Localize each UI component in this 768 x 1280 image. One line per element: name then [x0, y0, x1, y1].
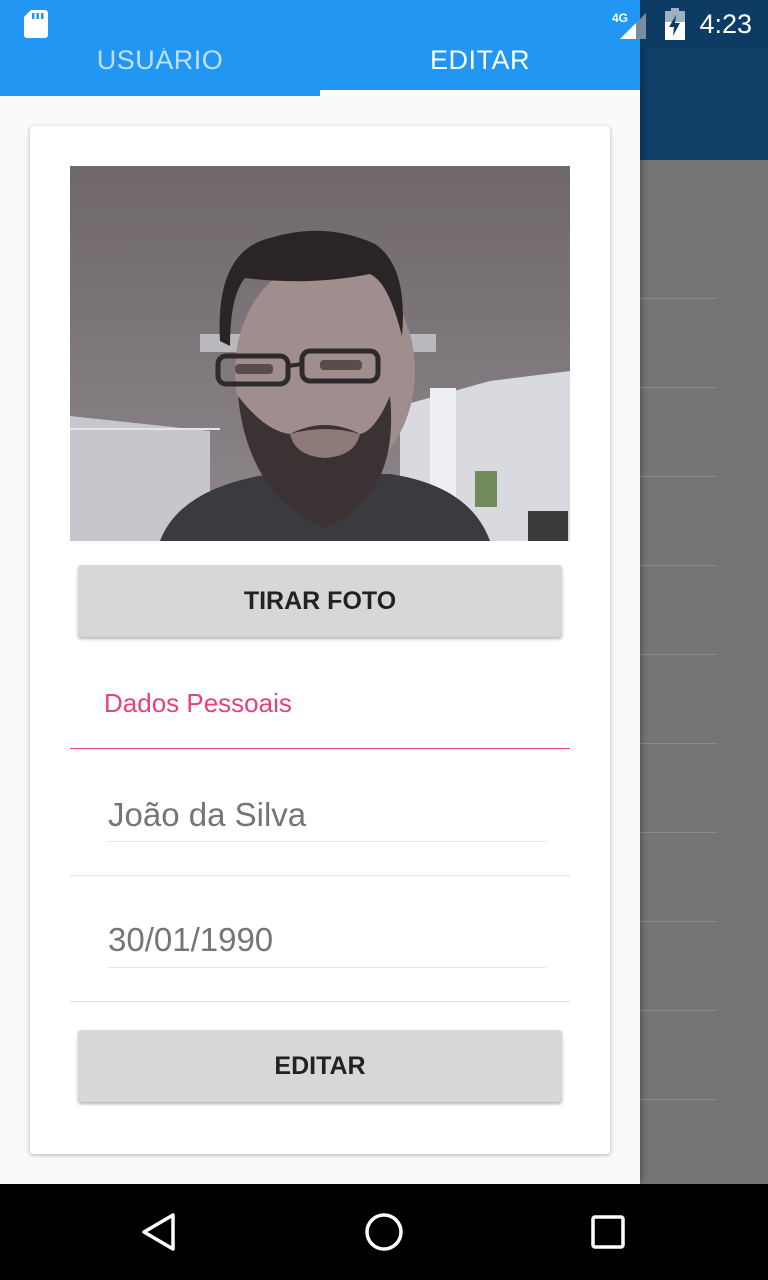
name-input-underline: [108, 841, 546, 842]
background-list-divider: [640, 921, 717, 922]
edit-submit-button[interactable]: EDITAR: [78, 1030, 562, 1102]
home-button[interactable]: [356, 1204, 412, 1260]
back-triangle-icon: [142, 1213, 175, 1251]
form-divider: [70, 875, 570, 876]
background-list-divider: [640, 476, 717, 477]
form-divider: [70, 1001, 570, 1002]
signal-icon: 4G: [612, 11, 646, 39]
home-circle-icon: [365, 1213, 403, 1251]
background-list-divider: [640, 654, 717, 655]
clock-time: 4:23: [699, 9, 752, 39]
background-list-divider: [640, 565, 717, 566]
sd-card-icon: [24, 10, 48, 38]
background-list-divider: [640, 1010, 717, 1011]
user-form-card: TIRAR FOTO Dados Pessoais EDITAR: [30, 126, 610, 1154]
recents-button[interactable]: [580, 1204, 636, 1260]
background-list-divider: [640, 1099, 717, 1100]
birthdate-input[interactable]: [108, 921, 544, 959]
birthdate-input-underline: [108, 967, 546, 968]
background-list-divider: [640, 743, 717, 744]
section-title: Dados Pessoais: [104, 688, 292, 718]
name-input[interactable]: [108, 796, 544, 834]
status-bar: 4G 4:23: [0, 0, 768, 48]
back-button[interactable]: [132, 1204, 188, 1260]
recents-square-icon: [591, 1215, 625, 1249]
section-underline: [70, 748, 570, 749]
network-type-label: 4G: [612, 11, 628, 25]
status-bar-left-bg: [0, 0, 640, 48]
background-list-divider: [640, 387, 717, 388]
active-tab-indicator: [320, 90, 640, 96]
battery-charging-icon: [665, 8, 685, 40]
take-photo-button[interactable]: TIRAR FOTO: [78, 565, 562, 637]
edit-user-panel: USUÁRIO EDITAR TIRAR FOTO Dados Pessoais…: [0, 0, 640, 1184]
user-photo: [70, 166, 570, 541]
navigation-bar: [0, 1184, 768, 1280]
background-list-divider: [640, 298, 717, 299]
background-list-divider: [640, 832, 717, 833]
